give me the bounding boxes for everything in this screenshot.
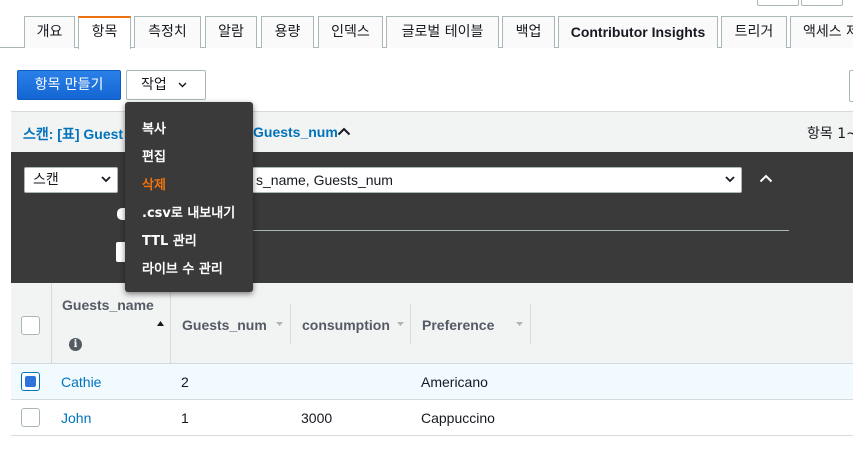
chevron-down-icon: [725, 176, 735, 183]
sort-desc-icon[interactable]: [516, 322, 523, 326]
scan-mode-select[interactable]: 스캔: [24, 167, 118, 193]
row-consumption: 3000: [301, 410, 333, 426]
tab-indexes[interactable]: 인덱스: [318, 16, 383, 48]
sort-desc-icon[interactable]: [276, 322, 283, 326]
row-guests-name[interactable]: Cathie: [61, 374, 101, 390]
table-row[interactable]: Cathie 2 Americano: [11, 364, 853, 400]
tab-access-control[interactable]: 액세스 제: [790, 16, 853, 48]
settings-button[interactable]: [849, 70, 853, 102]
tab-global-tables[interactable]: 글로벌 테이블: [386, 16, 499, 48]
menu-item-export-csv[interactable]: .csv로 내보내기: [142, 202, 235, 221]
column-divider: [410, 304, 411, 344]
menu-item-manage-live-count[interactable]: 라이브 수 관리: [142, 258, 223, 277]
chevron-up-icon[interactable]: [337, 127, 351, 136]
menu-item-manage-ttl[interactable]: TTL 관리: [142, 230, 197, 249]
row-guests-name[interactable]: John: [61, 410, 91, 426]
column-header-consumption[interactable]: consumption: [302, 317, 390, 333]
row-preference: Cappuccino: [421, 410, 495, 426]
sort-desc-icon[interactable]: [397, 322, 404, 326]
column-divider: [170, 283, 171, 364]
column-divider: [530, 304, 531, 344]
tab-capacity[interactable]: 용량: [261, 16, 314, 48]
actions-button-label: 작업: [141, 77, 167, 93]
column-header-guests-num[interactable]: Guests_num: [182, 317, 267, 333]
actions-menu: 복사 편집 삭제 .csv로 내보내기 TTL 관리 라이브 수 관리: [125, 102, 253, 292]
info-icon[interactable]: i: [69, 338, 82, 351]
column-header-preference[interactable]: Preference: [422, 317, 494, 333]
item-count: 항목 1~: [807, 126, 853, 142]
select-all-checkbox[interactable]: [21, 316, 40, 335]
sort-asc-icon[interactable]: [157, 321, 164, 326]
tab-overview[interactable]: 개요: [24, 16, 75, 48]
row-checkbox[interactable]: [21, 372, 40, 391]
chevron-down-icon: [178, 82, 187, 88]
menu-item-delete[interactable]: 삭제: [142, 174, 166, 193]
column-header-guests-name[interactable]: Guests_name: [62, 297, 154, 313]
row-guests-num: 2: [181, 374, 189, 390]
create-item-button[interactable]: 항목 만들기: [17, 70, 121, 100]
window-split-button[interactable]: [801, 0, 843, 6]
attributes-value: s_name, Guests_num: [256, 172, 393, 188]
scan-mode-value: 스캔: [33, 172, 59, 188]
tab-metrics[interactable]: 측정치: [134, 16, 201, 48]
menu-item-edit[interactable]: 편집: [142, 146, 166, 165]
table-row[interactable]: John 1 3000 Cappuccino: [11, 400, 853, 436]
tab-alarms[interactable]: 알람: [205, 16, 257, 48]
column-divider: [290, 304, 291, 344]
scan-title[interactable]: 스캔: [표] Guest: [23, 124, 123, 144]
menu-item-duplicate[interactable]: 복사: [142, 118, 166, 137]
chevron-up-icon[interactable]: [759, 174, 773, 183]
attributes-select[interactable]: s_name, Guests_num: [231, 167, 742, 193]
table-header: Guests_name i Guests_num consumption Pre…: [11, 283, 853, 364]
chevron-down-icon: [101, 176, 111, 183]
actions-button[interactable]: 작업: [126, 70, 206, 100]
row-guests-num: 1: [181, 410, 189, 426]
row-checkbox[interactable]: [21, 408, 40, 427]
tab-items[interactable]: 항목: [78, 16, 131, 49]
tab-triggers[interactable]: 트리거: [721, 16, 787, 48]
tab-bar: 개요 항목 측정치 알람 용량 인덱스 글로벌 테이블 백업 Contribut…: [0, 16, 853, 49]
tab-contributor-insights[interactable]: Contributor Insights: [558, 16, 718, 48]
tab-backups[interactable]: 백업: [502, 16, 555, 48]
scan-title-suffix[interactable]: Guests_num: [253, 124, 338, 140]
row-preference: Americano: [421, 374, 488, 390]
panel-divider: [238, 230, 789, 231]
window-restore-button[interactable]: [757, 0, 799, 6]
column-divider: [51, 283, 52, 364]
